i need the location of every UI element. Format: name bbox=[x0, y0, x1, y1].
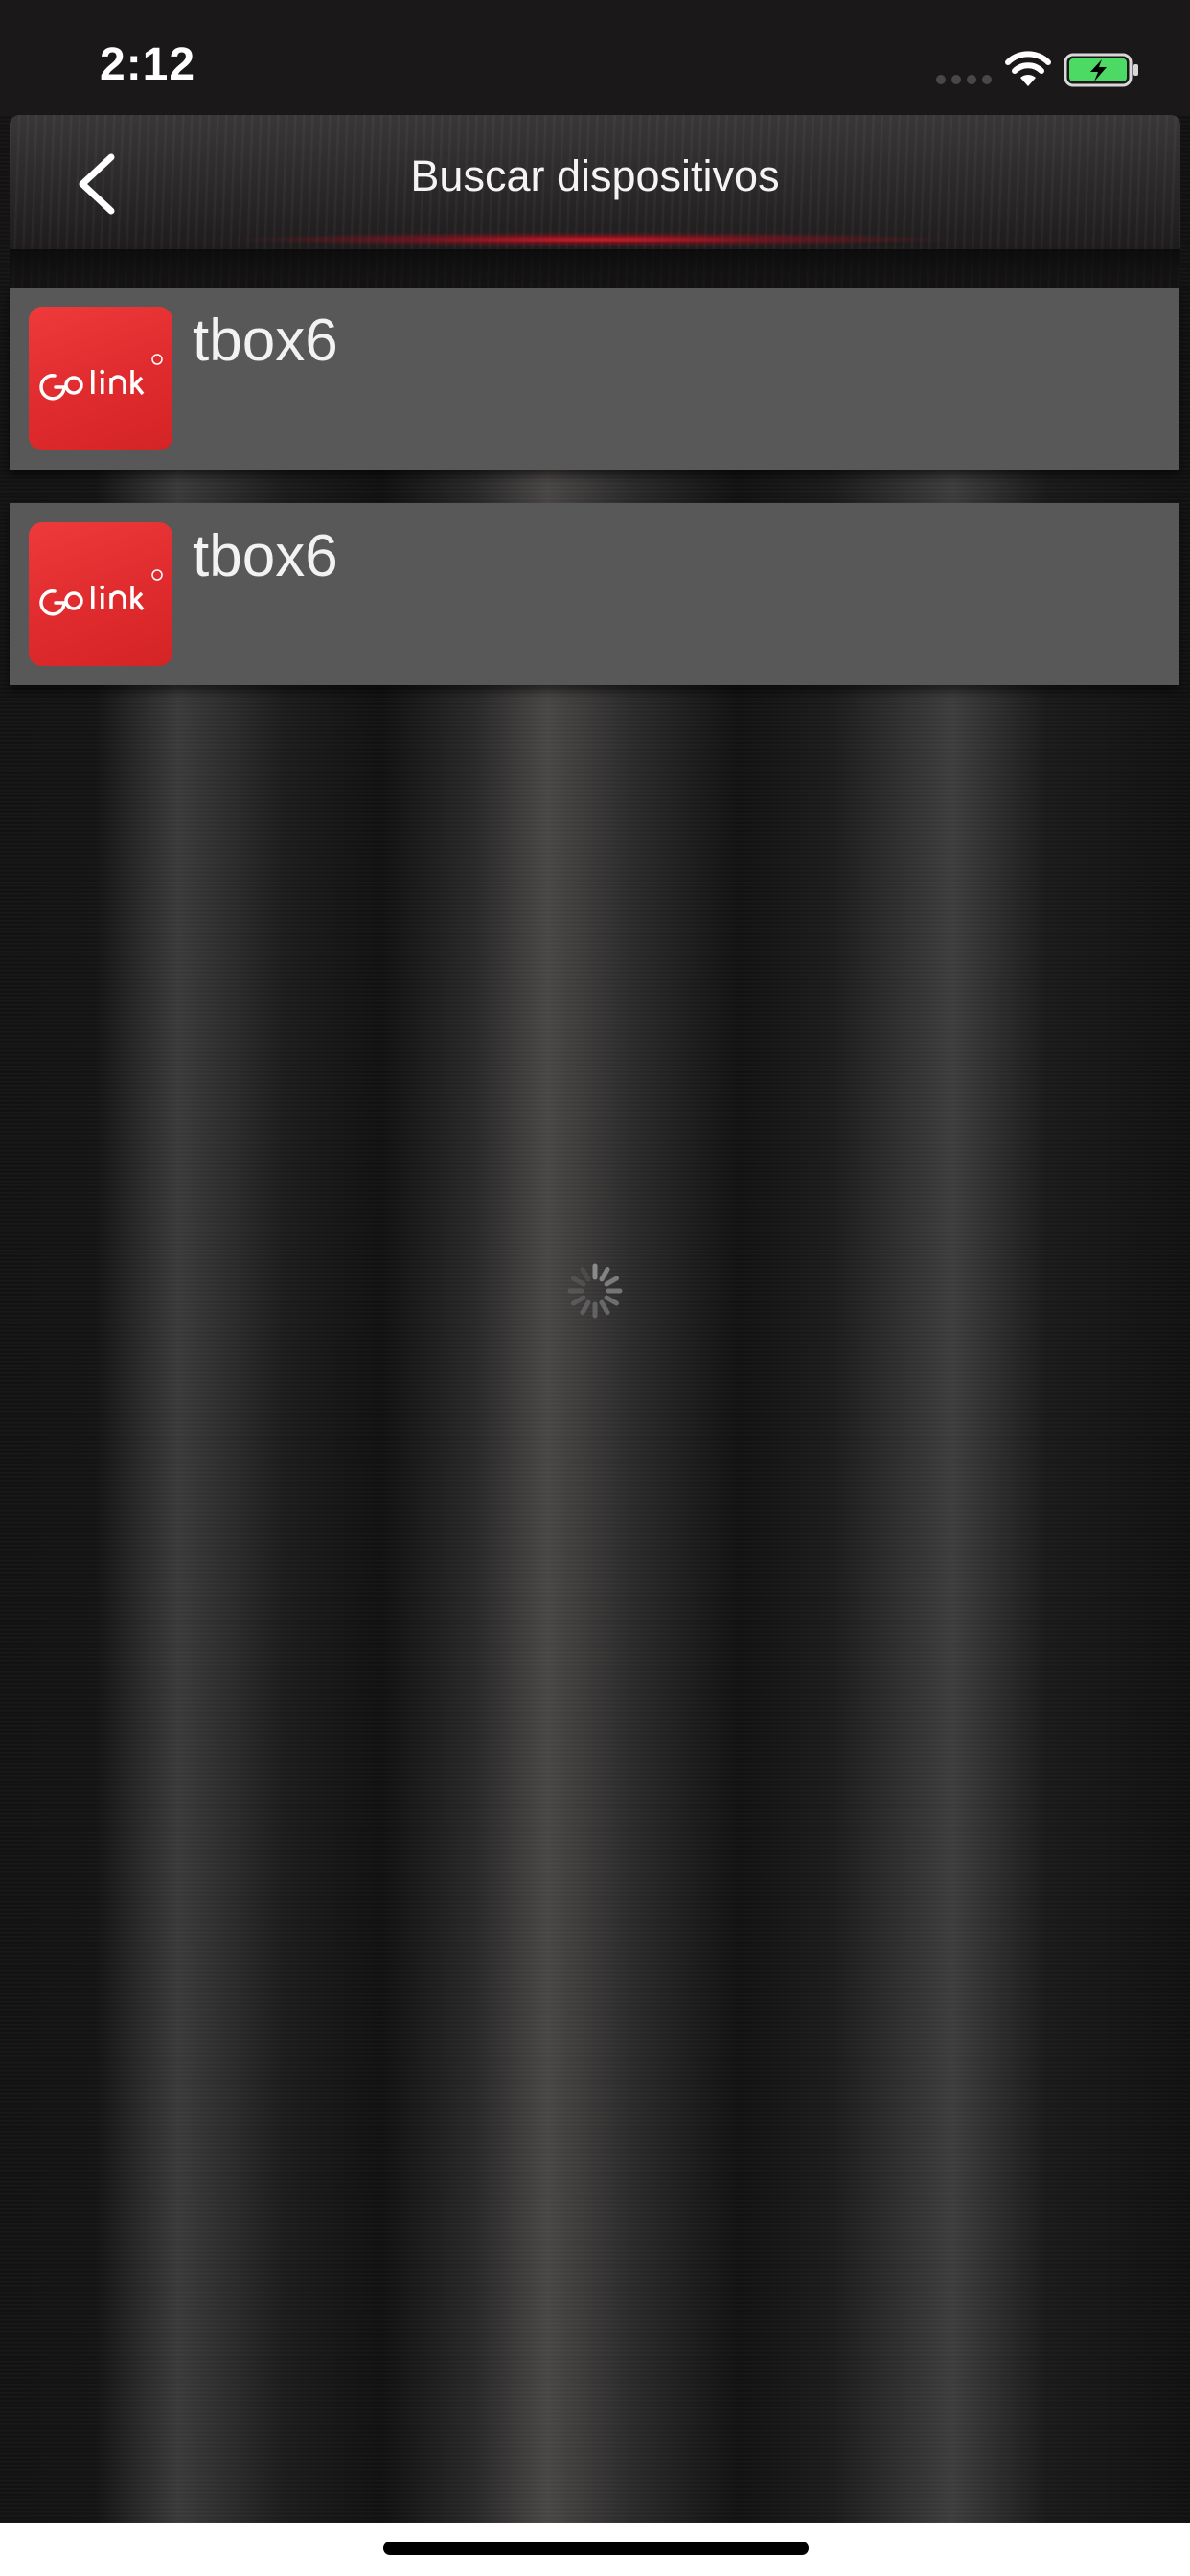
battery-charging-icon bbox=[1064, 53, 1140, 87]
page-title: Buscar dispositivos bbox=[410, 151, 780, 200]
nav-shadow bbox=[10, 249, 1180, 288]
nav-accent-glow bbox=[240, 232, 949, 247]
device-list-item[interactable]: tbox6 bbox=[10, 288, 1179, 470]
status-bar: 2:12 bbox=[0, 0, 1190, 115]
device-name: tbox6 bbox=[193, 308, 338, 374]
navigation-bar: Buscar dispositivos bbox=[10, 115, 1180, 288]
device-name: tbox6 bbox=[193, 523, 338, 589]
wifi-icon bbox=[1005, 50, 1051, 88]
golink-logo-icon bbox=[29, 522, 172, 666]
status-time: 2:12 bbox=[100, 39, 196, 90]
home-indicator[interactable] bbox=[383, 2542, 809, 2555]
activity-spinner-icon bbox=[565, 1261, 625, 1321]
device-list-item[interactable]: tbox6 bbox=[10, 503, 1179, 685]
cellular-signal-icon bbox=[936, 75, 994, 88]
golink-logo-icon bbox=[29, 307, 172, 450]
